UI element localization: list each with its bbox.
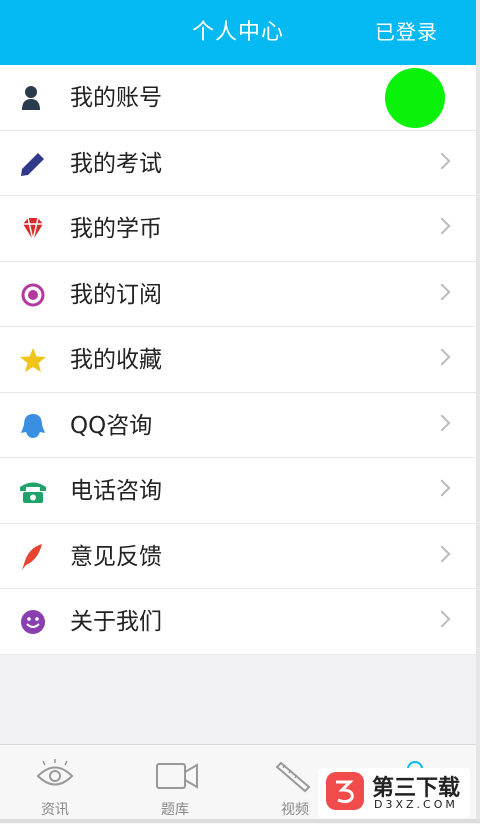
- right-edge: [476, 0, 480, 823]
- menu-list: 我的账号 我的考试 我的学币 我的订阅 我的收藏 QQ咨询 电话咨询 意见反馈 …: [0, 65, 476, 655]
- tab-label: 资讯: [41, 802, 69, 818]
- menu-item-label: 电话咨询: [70, 478, 162, 504]
- menu-item-label: 我的考试: [70, 150, 162, 177]
- menu-item-label: QQ咨询: [70, 412, 153, 439]
- feather-icon: [22, 543, 42, 570]
- menu-item-feedback[interactable]: 意见反馈: [0, 524, 476, 589]
- diamond-icon: [23, 217, 43, 241]
- smiley-icon: [21, 610, 45, 634]
- menu-item-about[interactable]: 关于我们: [0, 589, 476, 655]
- menu-item-coins[interactable]: 我的学币: [0, 196, 476, 262]
- video-camera-icon: [156, 763, 198, 789]
- menu-item-label: 我的收藏: [70, 347, 162, 373]
- watermark-logo-icon: [326, 772, 364, 810]
- menu-item-label: 关于我们: [70, 609, 162, 635]
- header-bar: 个人中心 已登录: [0, 0, 476, 65]
- menu-item-label: 我的学币: [70, 216, 162, 242]
- menu-item-qq-consult[interactable]: QQ咨询: [0, 393, 476, 458]
- chevron-right-icon: [433, 545, 451, 562]
- chevron-right-icon: [433, 152, 451, 169]
- menu-item-label: 意见反馈: [70, 543, 162, 570]
- star-icon: [20, 348, 46, 372]
- tab-label: 题库: [161, 802, 189, 818]
- eye-icon: [36, 759, 74, 786]
- watermark-logo: 第三下载 D3XZ.COM: [318, 768, 470, 818]
- telephone-icon: [20, 482, 46, 503]
- watermark-subtitle: D3XZ.COM: [374, 798, 458, 811]
- qq-penguin-icon: [21, 413, 45, 438]
- pencil-icon: [21, 152, 44, 176]
- chevron-right-icon: [433, 479, 451, 497]
- menu-item-label: 我的订阅: [70, 281, 162, 308]
- target-icon: [21, 283, 45, 306]
- menu-item-subscriptions[interactable]: 我的订阅: [0, 262, 476, 327]
- user-icon: [22, 86, 40, 110]
- chevron-right-icon: [433, 414, 451, 431]
- menu-item-exams[interactable]: 我的考试: [0, 131, 476, 196]
- menu-item-label: 我的账号: [70, 85, 162, 111]
- avatar[interactable]: [385, 68, 445, 128]
- menu-item-favorites[interactable]: 我的收藏: [0, 327, 476, 393]
- tab-news[interactable]: 资讯: [0, 745, 110, 824]
- menu-item-phone-consult[interactable]: 电话咨询: [0, 458, 476, 524]
- login-status[interactable]: 已登录: [375, 0, 438, 65]
- tab-question-bank[interactable]: 题库: [120, 745, 230, 824]
- bottom-edge: [0, 819, 480, 823]
- chevron-right-icon: [433, 348, 451, 366]
- chevron-right-icon: [433, 217, 451, 235]
- pencil-ruler-icon: [275, 761, 311, 793]
- chevron-right-icon: [433, 283, 451, 300]
- chevron-right-icon: [433, 610, 451, 628]
